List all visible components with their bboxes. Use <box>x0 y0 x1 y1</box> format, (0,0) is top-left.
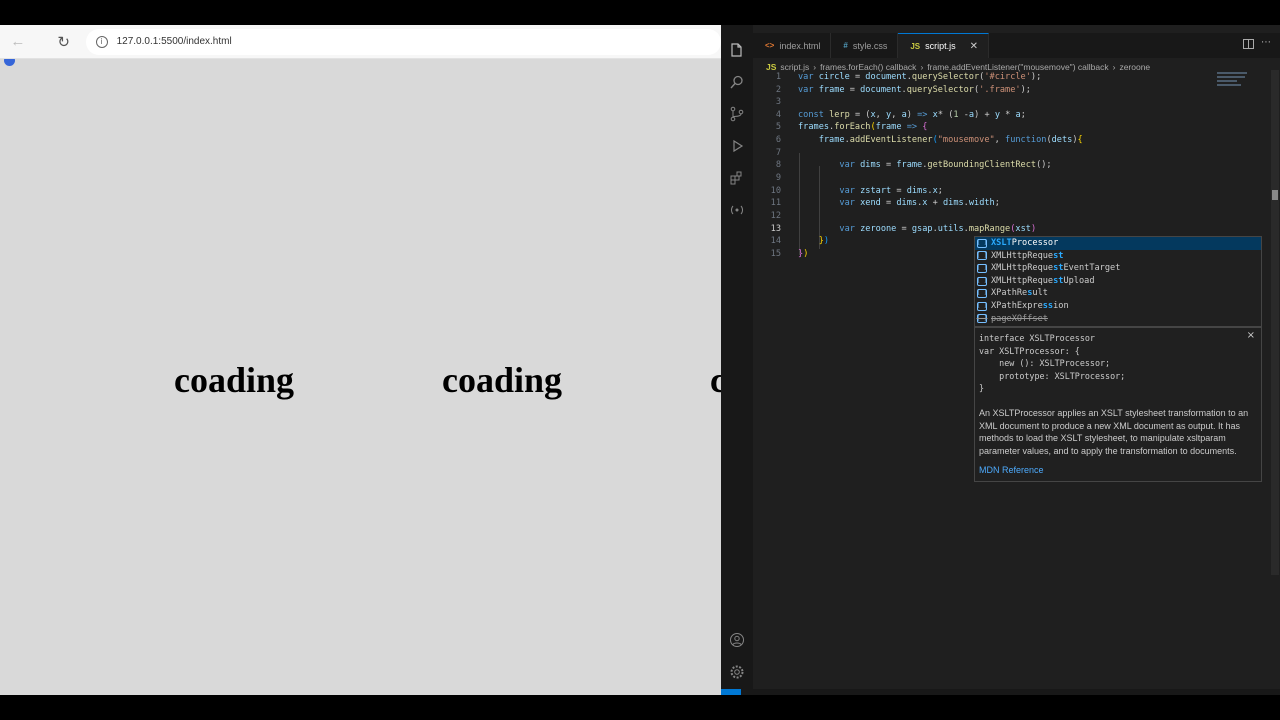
vscode-window: <> index.html # style.css JS script.js ✕… <box>721 25 1280 695</box>
suggestion-item[interactable]: [ ] XPathRe s ult <box>975 287 1261 300</box>
editor-tabs: <> index.html # style.css JS script.js ✕ <box>753 33 1280 58</box>
variable-icon: [ ] <box>976 263 988 273</box>
account-icon[interactable] <box>728 631 746 649</box>
suggestion-text: ion <box>1053 300 1069 311</box>
suggestion-text: Upload <box>1063 275 1095 286</box>
doc-description: An XSLTProcessor applies an XSLT stylesh… <box>979 407 1249 456</box>
url-text: 127.0.0.1:5500/index.html <box>116 36 232 47</box>
html-file-icon: <> <box>765 41 775 50</box>
arrow-left-icon: ← <box>10 33 26 50</box>
search-icon[interactable] <box>728 73 746 91</box>
info-icon[interactable]: i <box>95 35 108 48</box>
reload-button[interactable]: ↻ <box>50 28 78 56</box>
suggestion-item[interactable]: [ ] XMLHttpReque st <box>975 250 1261 263</box>
suggestion-match: XSLT <box>991 238 1012 248</box>
explorer-icon[interactable] <box>728 41 746 59</box>
variable-icon: [ ] <box>976 314 988 324</box>
suggestion-text: XPathExpre <box>991 300 1043 311</box>
variable-icon: [ ] <box>976 251 988 261</box>
minimap[interactable] <box>1217 72 1253 92</box>
extensions-icon[interactable] <box>728 169 746 187</box>
tab-label: script.js <box>925 41 956 51</box>
tab-label: style.css <box>852 40 888 51</box>
back-button[interactable]: ← <box>4 28 32 56</box>
frame-text[interactable]: coading <box>174 359 294 401</box>
suggestion-item[interactable]: [ ] XPathExpre ss ion <box>975 300 1261 313</box>
editor-scrollbar[interactable] <box>1271 70 1279 575</box>
suggestion-match: ss <box>1042 300 1054 311</box>
mdn-reference-link[interactable]: MDN Reference <box>979 465 1257 475</box>
close-icon[interactable]: × <box>1247 330 1255 341</box>
reload-icon: ↻ <box>57 33 70 51</box>
tab-style-css[interactable]: # style.css <box>831 33 899 58</box>
suggestion-item-deprecated[interactable]: [ ] pageXOffset <box>975 313 1261 326</box>
activity-bar <box>721 25 753 695</box>
js-file-icon: JS <box>910 41 921 51</box>
suggestion-text: XMLHttpReque <box>991 250 1054 261</box>
cursor-circle <box>4 59 15 66</box>
suggestion-text: pageXOffset <box>991 313 1048 324</box>
address-bar[interactable]: i 127.0.0.1:5500/index.html <box>85 28 721 55</box>
remote-explorer-icon[interactable] <box>728 201 746 219</box>
suggestion-text: EventTarget <box>1063 263 1121 274</box>
suggestion-match: st <box>1053 263 1064 274</box>
suggestion-text: ult <box>1032 288 1048 299</box>
suggestion-item[interactable]: [ ] XMLHttpReque st EventTarget <box>975 262 1261 275</box>
suggestion-item[interactable]: [ ] XSLT Processor <box>975 237 1261 250</box>
more-actions-icon[interactable]: ⋯ <box>1261 37 1271 48</box>
scrollbar-thumb[interactable] <box>1272 190 1278 200</box>
suggestion-rest: Processor <box>1011 238 1059 248</box>
top-letterbox <box>0 0 1280 25</box>
tab-index-html[interactable]: <> index.html <box>753 33 832 58</box>
suggestion-text: XPathRe <box>991 288 1028 299</box>
suggestion-details-panel: × interface XSLTProcessor var XSLTProces… <box>974 327 1262 482</box>
suggestion-text: XMLHttpReque <box>991 263 1054 274</box>
page-viewport[interactable]: coading coading c <box>0 59 721 695</box>
variable-icon: [ ] <box>976 276 988 286</box>
run-debug-icon[interactable] <box>728 137 746 155</box>
suggestion-item[interactable]: [ ] XMLHttpReque st Upload <box>975 275 1261 288</box>
tab-label: index.html <box>779 40 821 51</box>
close-tab-icon[interactable]: ✕ <box>970 41 978 52</box>
tab-script-js[interactable]: JS script.js ✕ <box>898 33 990 58</box>
css-file-icon: # <box>843 41 848 50</box>
type-signature: interface XSLTProcessor var XSLTProcesso… <box>979 333 1126 394</box>
settings-gear-icon[interactable] <box>728 663 746 681</box>
suggestion-match: st <box>1053 250 1064 261</box>
autocomplete-list[interactable]: [ ] XSLT Processor [ ] XMLHttpReque st [ ]… <box>974 236 1262 327</box>
suggestion-text: XMLHttpReque <box>991 275 1054 286</box>
browser-toolbar: ← ↻ i 127.0.0.1:5500/index.html <box>0 25 721 59</box>
bottom-letterbox <box>0 695 1280 720</box>
frame-text[interactable]: coading <box>442 359 562 401</box>
variable-icon: [ ] <box>976 301 988 311</box>
source-control-icon[interactable] <box>728 105 746 123</box>
suggestion-match: st <box>1053 275 1064 286</box>
variable-icon: [ ] <box>976 289 988 299</box>
frame-text[interactable]: c <box>710 359 721 401</box>
browser-window: ← ↻ i 127.0.0.1:5500/index.html coading … <box>0 25 721 695</box>
split-editor-icon[interactable] <box>1243 39 1254 49</box>
variable-icon: [ ] <box>976 238 988 248</box>
